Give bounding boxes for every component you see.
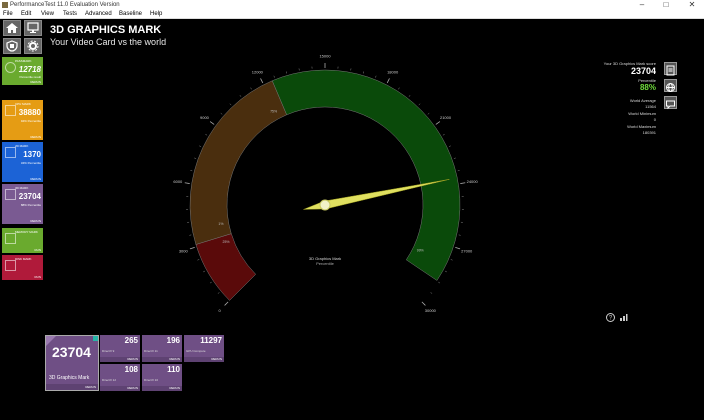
gauge-tick-label: 6000	[173, 179, 183, 184]
chart-icon[interactable]	[619, 313, 628, 322]
directx10-rerun[interactable]: RERUN	[169, 386, 180, 390]
gauge-tick	[194, 157, 197, 159]
globe-icon	[666, 83, 675, 92]
result-main-label: 3D Graphics Mark	[49, 375, 90, 381]
gauge-tick-label: 15000	[319, 54, 331, 59]
gauge-tick	[455, 246, 461, 250]
gauge-tick	[199, 145, 202, 147]
gauge-tick	[444, 270, 447, 273]
gauge-tick	[408, 95, 411, 97]
directx11-result-tile[interactable]: 196 DirectX 11 RERUN	[142, 335, 182, 362]
gauge-tick	[239, 95, 242, 97]
gauge-tick	[224, 301, 229, 306]
directx10-value: 110	[167, 365, 180, 374]
directx12-result-tile[interactable]: 108 DirectX 12 RERUN	[100, 364, 140, 391]
world-minimum-label: World Minimum	[628, 111, 656, 116]
gauge-tick-label: 3000	[179, 249, 189, 254]
gauge-tick	[273, 75, 275, 78]
gauge-tick	[189, 246, 195, 250]
gauge-tick	[430, 292, 433, 294]
gauge-tick-label: 18000	[387, 70, 399, 75]
directx12-rerun[interactable]: RERUN	[127, 386, 138, 390]
gauge-tick	[286, 71, 287, 74]
speech-bubble-icon	[666, 100, 675, 110]
gauge-tick-label: 30000	[425, 308, 437, 313]
gpu-compute-rerun[interactable]: RERUN	[211, 357, 222, 361]
gauge-tick	[435, 121, 441, 125]
gauge-tick	[260, 78, 264, 84]
gpu-compute-value: 11297	[200, 336, 222, 345]
gauge-tick	[427, 112, 430, 115]
gauge-tick	[448, 145, 451, 147]
help-icon[interactable]: ?	[606, 313, 615, 322]
directx10-label: DirectX 10	[144, 378, 159, 382]
gauge-tick	[209, 281, 212, 284]
directx9-label: DirectX 9	[102, 349, 115, 353]
gauge-tick-label: 27000	[461, 249, 473, 254]
world-maximum-value: 180391	[642, 130, 656, 135]
gauge-tick	[209, 121, 215, 125]
gauge-segment-high	[271, 69, 461, 281]
gauge-tick	[375, 75, 377, 78]
result-main-rerun[interactable]: RERUN	[85, 385, 96, 389]
3d-graphics-mark-result-tile[interactable]: 23704 3D Graphics Mark RERUN	[45, 335, 99, 391]
tile-accent	[93, 336, 98, 341]
gauge-tick	[450, 259, 453, 261]
gauge-tick	[184, 182, 190, 184]
directx11-rerun[interactable]: RERUN	[169, 357, 180, 361]
directx9-result-tile[interactable]: 265 DirectX 9 RERUN	[100, 335, 140, 362]
gauge-tick	[453, 157, 456, 159]
gauge-tick-label: 9000	[200, 115, 210, 120]
gpu-compute-label: GPU Compute	[186, 349, 206, 353]
gauge-tick	[217, 292, 220, 294]
gauge-percentile-label: 75%	[270, 109, 277, 113]
web-compare-button[interactable]	[664, 79, 677, 92]
gauge-segment-mid	[189, 80, 288, 245]
world-minimum-value: 0	[653, 117, 656, 122]
gauge-tick	[418, 103, 421, 106]
world-maximum-label: World Maximum	[627, 124, 656, 129]
gauge-tick	[203, 270, 206, 273]
gauge-tick	[460, 182, 466, 184]
gauge-percentile-label: 1%	[218, 222, 223, 226]
gauge-tick	[421, 301, 426, 306]
percentile-value: 88%	[639, 83, 656, 92]
comment-button[interactable]	[664, 96, 677, 110]
directx9-value: 265	[124, 336, 138, 345]
gpu-compute-result-tile[interactable]: 11297 GPU Compute RERUN	[184, 335, 224, 362]
gauge-tick	[220, 112, 223, 115]
gauge-tick-label: 21000	[440, 115, 452, 120]
directx11-label: DirectX 11	[144, 349, 158, 353]
score-value: 23704	[630, 66, 656, 76]
gauge-tick-label: 0	[219, 308, 222, 313]
gauge-tick-label: 12000	[252, 70, 264, 75]
gauge-tick	[363, 71, 364, 74]
gauge-tick	[205, 134, 208, 136]
gauge-tick	[386, 78, 390, 84]
directx12-value: 108	[124, 365, 138, 374]
world-average-value: 11564	[645, 104, 656, 109]
directx12-label: DirectX 12	[102, 378, 117, 382]
gauge-percentile-label: 25%	[223, 240, 230, 244]
directx9-rerun[interactable]: RERUN	[127, 357, 138, 361]
gauge-tick	[229, 103, 232, 106]
gauge-tick	[250, 87, 252, 90]
gauge-tick-label: 24000	[467, 179, 479, 184]
directx11-value: 196	[166, 336, 180, 345]
directx10-result-tile[interactable]: 110 DirectX 10 RERUN	[142, 364, 182, 391]
document-icon	[666, 65, 675, 76]
world-average-label: World Average	[629, 98, 656, 103]
save-results-button[interactable]	[664, 62, 677, 76]
gauge-center-sublabel: Percentile	[316, 261, 335, 266]
gauge-tick	[438, 281, 441, 284]
gauge-tick	[398, 87, 400, 90]
gauge-tick	[442, 134, 445, 136]
gauge-hub	[319, 199, 331, 211]
gauge-tick	[197, 259, 200, 261]
result-main-value: 23704	[52, 344, 91, 360]
gauge-percentile-label: 99%	[417, 248, 424, 252]
